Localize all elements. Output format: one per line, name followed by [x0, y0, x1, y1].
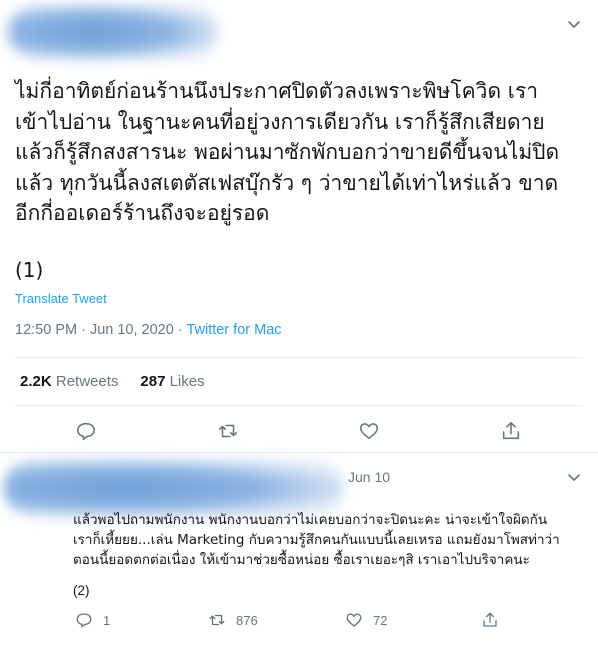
translate-tweet-link[interactable]: Translate Tweet [15, 291, 107, 306]
chevron-down-icon[interactable] [566, 16, 582, 32]
tweet-counter: (1) [15, 258, 44, 282]
like-action[interactable]: 72 [345, 610, 387, 630]
share-icon [483, 612, 497, 627]
retweet-icon[interactable] [217, 420, 239, 442]
retweet-icon [209, 614, 225, 626]
tweet-client-link[interactable]: Twitter for Mac [186, 322, 281, 338]
tweet-meta: 12:50 PM · Jun 10, 2020 · Twitter for Ma… [15, 322, 282, 338]
retweet-action[interactable]: 876 [208, 610, 258, 630]
blurred-author-header[interactable] [8, 4, 218, 60]
share-action[interactable] [481, 610, 509, 630]
likes-stat[interactable]: 287 Likes [140, 373, 204, 390]
reply-icon [76, 613, 92, 628]
tweet-timestamp[interactable]: 12:50 PM · Jun 10, 2020 · [15, 322, 186, 338]
chevron-down-icon[interactable] [566, 469, 582, 485]
reply-counter: (2) [73, 583, 90, 598]
tweet-stats: 2.2K Retweets 287 Likes [20, 373, 205, 390]
reply-text: แล้วพอไปถามพนักงาน พนักงานบอกว่าไม่เคยบอ… [73, 512, 560, 568]
main-tweet: ไม่กี่อาทิตย์ก่อนร้านนึงประกาศปิดตัวลงเพ… [0, 0, 598, 452]
reply-tweet[interactable]: Jun 10 แล้วพอไปถามพนักงาน พนักงานบอกว่าไ… [0, 453, 598, 649]
like-count: 72 [373, 612, 388, 628]
divider [15, 357, 583, 358]
divider [15, 405, 583, 406]
retweet-count: 876 [236, 612, 258, 628]
reply-date[interactable]: Jun 10 [348, 469, 390, 485]
share-icon[interactable] [500, 420, 522, 442]
like-icon[interactable] [358, 420, 380, 442]
tweet-text: ไม่กี่อาทิตย์ก่อนร้านนึงประกาศปิดตัวลงเพ… [15, 79, 560, 225]
blurred-reply-header[interactable] [4, 459, 344, 517]
retweets-stat[interactable]: 2.2K Retweets [20, 373, 118, 390]
reply-count: 1 [103, 612, 111, 628]
reply-action[interactable]: 1 [75, 610, 110, 630]
like-icon [346, 613, 362, 627]
reply-icon[interactable] [75, 420, 97, 442]
